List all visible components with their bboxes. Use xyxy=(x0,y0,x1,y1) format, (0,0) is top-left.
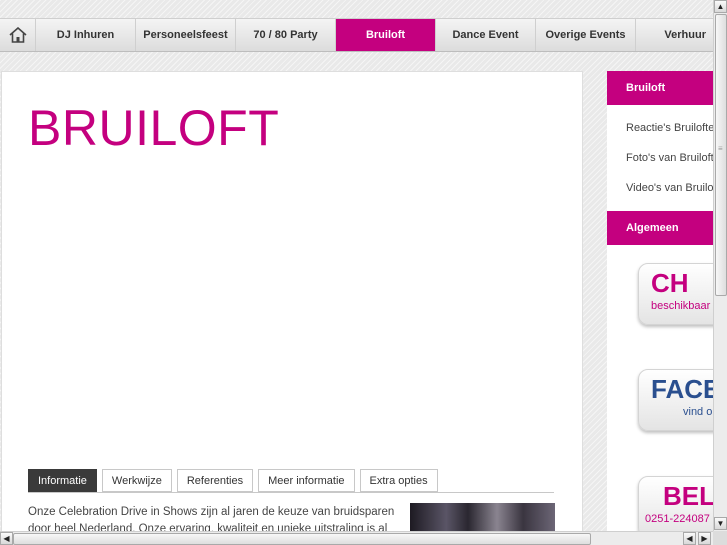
sidebar-header-algemeen: Algemeen xyxy=(607,211,713,245)
nav-item-dance-event[interactable]: Dance Event xyxy=(436,19,536,51)
tabs-divider xyxy=(28,492,554,493)
scroll-left-button[interactable]: ◀ xyxy=(0,532,13,545)
promo-title: FACE xyxy=(651,374,713,404)
nav-home-button[interactable] xyxy=(0,19,36,51)
tab-referenties[interactable]: Referenties xyxy=(176,469,254,492)
nav-item-bruiloft[interactable]: Bruiloft xyxy=(336,19,436,51)
promo-check-availability[interactable]: CH beschikbaar xyxy=(638,263,713,325)
vertical-scrollbar[interactable]: ▲ ≡ ▼ xyxy=(713,0,727,531)
promo-subtitle: beschikbaar xyxy=(651,300,711,312)
sidebar-link-reacties[interactable]: Reactie's Bruiloften xyxy=(607,113,713,143)
tab-werkwijze[interactable]: Werkwijze xyxy=(101,469,172,492)
top-navigation: DJ Inhuren Personeelsfeest 70 / 80 Party… xyxy=(0,18,713,52)
scroll-left-button-2[interactable]: ◀ xyxy=(683,532,696,545)
horizontal-scroll-thumb[interactable] xyxy=(13,533,591,545)
scroll-right-button[interactable]: ▶ xyxy=(698,532,711,545)
nav-item-dj-inhuren[interactable]: DJ Inhuren xyxy=(36,19,136,51)
tab-meer-informatie[interactable]: Meer informatie xyxy=(258,469,355,492)
arrow-down-icon: ▼ xyxy=(716,519,725,528)
arrow-left-icon: ◀ xyxy=(686,534,693,543)
sidebar-link-fotos[interactable]: Foto's van Bruiloften xyxy=(607,143,713,173)
tab-informatie[interactable]: Informatie xyxy=(28,469,97,492)
scrollbar-corner xyxy=(713,531,727,545)
page-title: BRUILOFT xyxy=(28,100,280,156)
promo-facebook[interactable]: FACE vind o xyxy=(638,369,713,431)
nav-item-verhuur[interactable]: Verhuur xyxy=(636,19,713,51)
sidebar-link-videos[interactable]: Video's van Bruiloften xyxy=(607,173,713,203)
promo-subtitle: vind o xyxy=(683,406,713,418)
promo-title: BEL xyxy=(663,481,713,511)
content-tabs: Informatie Werkwijze Referenties Meer in… xyxy=(28,469,443,492)
home-icon xyxy=(8,27,27,43)
vertical-scroll-thumb[interactable]: ≡ xyxy=(715,14,727,296)
nav-item-70-80-party[interactable]: 70 / 80 Party xyxy=(236,19,336,51)
promo-call[interactable]: BEL 0251-224087 xyxy=(638,476,713,538)
tab-extra-opties[interactable]: Extra opties xyxy=(359,469,438,492)
scroll-down-button[interactable]: ▼ xyxy=(714,517,727,530)
sidebar: Bruiloft Reactie's Bruiloften Foto's van… xyxy=(607,71,713,545)
promo-subtitle: 0251-224087 xyxy=(645,513,710,525)
promo-title: CH xyxy=(651,268,689,298)
nav-item-overige-events[interactable]: Overige Events xyxy=(536,19,636,51)
nav-item-personeelsfeest[interactable]: Personeelsfeest xyxy=(136,19,236,51)
arrow-right-icon: ▶ xyxy=(701,534,708,543)
horizontal-scrollbar[interactable]: ◀ ◀ ▶ xyxy=(0,531,713,545)
arrow-up-icon: ▲ xyxy=(716,2,725,11)
grip-icon: ≡ xyxy=(718,144,723,153)
arrow-left-icon: ◀ xyxy=(3,534,10,543)
sidebar-header-bruiloft: Bruiloft xyxy=(607,71,713,105)
scroll-up-button[interactable]: ▲ xyxy=(714,0,727,13)
